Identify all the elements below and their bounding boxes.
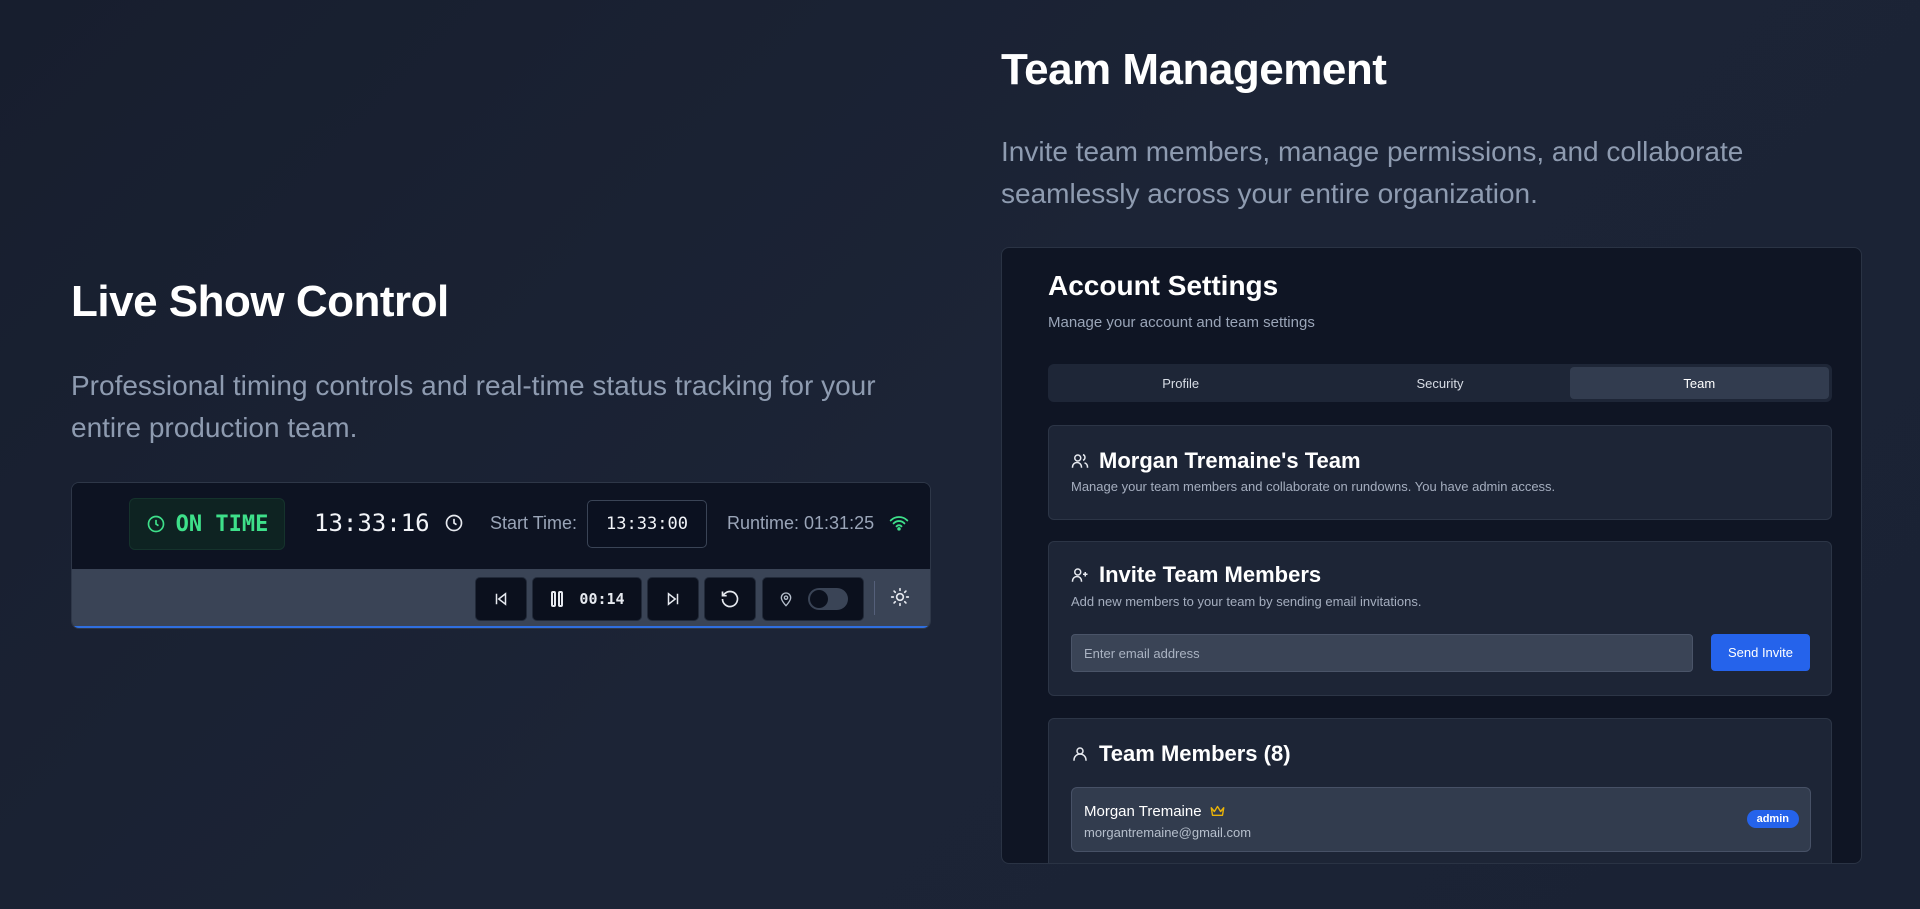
team-members-title: Team Members (8) — [1099, 741, 1291, 766]
tab-security[interactable]: Security — [1310, 367, 1569, 399]
invite-title: Invite Team Members — [1099, 562, 1322, 587]
live-show-title: Live Show Control — [71, 277, 449, 326]
pause-icon — [551, 591, 564, 607]
account-settings-title: Account Settings — [1048, 270, 1279, 301]
start-time-input[interactable]: 13:33:00 — [587, 500, 707, 548]
current-time: 13:33:16 — [314, 509, 430, 537]
on-time-status-badge: ON TIME — [129, 498, 285, 550]
account-settings-panel: Account Settings Manage your account and… — [1001, 247, 1862, 864]
invite-heading: Invite Team Members — [1071, 562, 1321, 588]
elapsed-timer: 00:14 — [579, 590, 625, 608]
list-item[interactable]: Morgan Tremaine morgantremaine@gmail.com… — [1071, 787, 1811, 852]
map-pin-icon — [780, 592, 792, 607]
invite-card: Invite Team Members Add new members to y… — [1048, 541, 1832, 696]
divider — [874, 581, 875, 615]
next-button[interactable] — [647, 577, 699, 621]
settings-tabs: Profile Security Team — [1048, 364, 1832, 402]
location-toggle-group — [762, 577, 864, 621]
pause-timer-button[interactable]: 00:14 — [532, 577, 642, 621]
role-badge: admin — [1746, 810, 1799, 828]
location-toggle[interactable] — [808, 588, 848, 610]
tab-team[interactable]: Team — [1569, 367, 1829, 399]
sun-icon[interactable] — [890, 587, 910, 607]
team-members-heading: Team Members (8) — [1071, 741, 1291, 767]
tab-profile[interactable]: Profile — [1051, 367, 1310, 399]
users-icon — [1071, 453, 1089, 468]
clock-icon — [147, 515, 164, 533]
member-email: morgantremaine@gmail.com — [1084, 825, 1252, 840]
status-text: ON TIME — [175, 511, 269, 537]
team-members-card: Team Members (8) Morgan Tremaine morgant… — [1048, 718, 1832, 863]
account-settings-subtitle: Manage your account and team settings — [1048, 314, 1315, 331]
live-show-section: Live Show Control Professional timing co… — [71, 276, 931, 449]
email-input[interactable] — [1071, 634, 1693, 672]
team-management-description: Invite team members, manage permissions,… — [1001, 136, 1744, 209]
invite-description: Add new members to your team by sending … — [1071, 594, 1422, 609]
skip-back-icon — [495, 592, 507, 606]
wifi-icon — [889, 516, 909, 531]
previous-button[interactable] — [475, 577, 527, 621]
team-info-card: Morgan Tremaine's Team Manage your team … — [1048, 425, 1832, 520]
member-name: Morgan Tremaine — [1084, 803, 1202, 820]
show-control-bar: ON TIME 13:33:16 Start Time: 13:33:00 Ru… — [71, 482, 931, 629]
rotate-ccw-icon — [721, 590, 739, 608]
reset-button[interactable] — [704, 577, 756, 621]
team-name: Morgan Tremaine's Team — [1099, 448, 1361, 473]
team-management-title: Team Management — [1001, 45, 1387, 94]
user-icon — [1073, 747, 1087, 761]
clock-icon[interactable] — [444, 513, 464, 533]
team-description: Manage your team members and collaborate… — [1071, 479, 1556, 494]
playback-row: 00:14 — [72, 569, 930, 628]
live-show-description: Professional timing controls and real-ti… — [71, 369, 876, 443]
send-invite-button[interactable]: Send Invite — [1711, 634, 1810, 671]
status-row: ON TIME 13:33:16 Start Time: 13:33:00 Ru… — [72, 483, 930, 569]
crown-icon — [1210, 805, 1224, 816]
user-plus-icon — [1071, 568, 1088, 582]
member-name-row: Morgan Tremaine — [1084, 803, 1225, 820]
start-time-label: Start Time: — [490, 513, 578, 533]
runtime-display: Runtime: 01:31:25 — [727, 513, 875, 533]
skip-forward-icon — [667, 592, 679, 606]
team-name-heading: Morgan Tremaine's Team — [1071, 448, 1361, 474]
